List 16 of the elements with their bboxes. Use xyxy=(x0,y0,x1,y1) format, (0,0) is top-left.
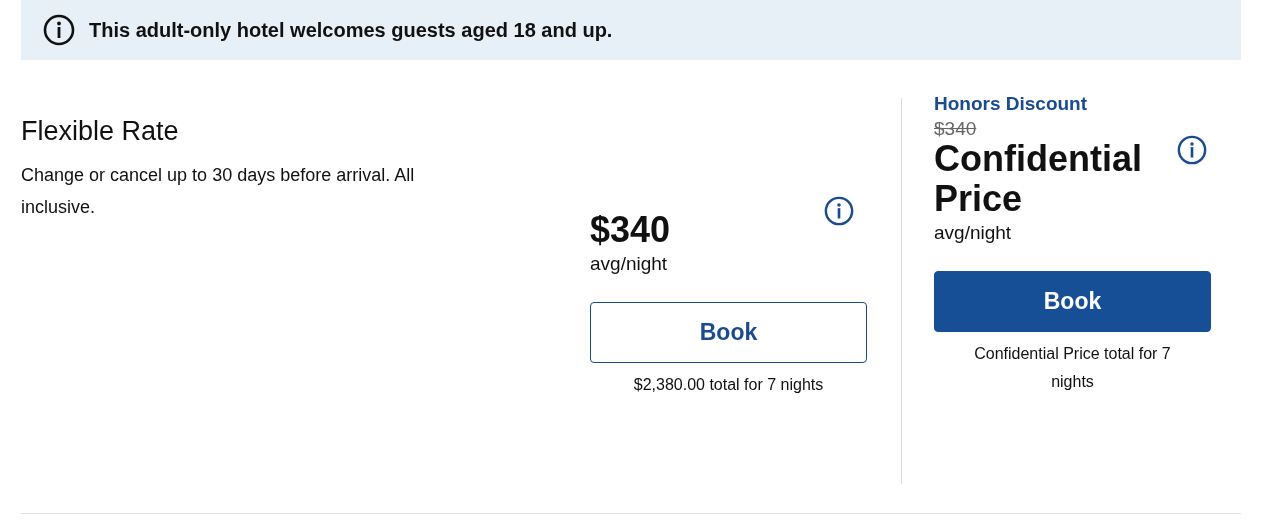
price-unit: avg/night xyxy=(590,251,669,276)
notice-text: This adult-only hotel welcomes guests aged 18 and up. xyxy=(89,18,613,43)
info-icon[interactable] xyxy=(43,14,75,46)
info-icon[interactable] xyxy=(1177,135,1207,166)
rate-description: Change or cancel up to 30 days before arrival. All inclusive. xyxy=(21,164,416,220)
total-price: $2,380.00 total for 7 nights xyxy=(632,375,825,396)
total-price: Confidential Price total for 7 nights xyxy=(973,344,1172,393)
info-icon[interactable] xyxy=(824,196,854,226)
price-unit: avg/night xyxy=(934,220,1013,245)
original-price: $340 xyxy=(934,118,978,140)
price: $340 xyxy=(590,210,671,250)
price: Confidential Price xyxy=(934,139,1143,219)
book-button[interactable]: Book xyxy=(934,271,1211,333)
book-button[interactable]: Book xyxy=(590,302,867,364)
discount-label: Honors Discount xyxy=(934,92,1089,116)
rate-title: Flexible Rate xyxy=(21,115,180,148)
